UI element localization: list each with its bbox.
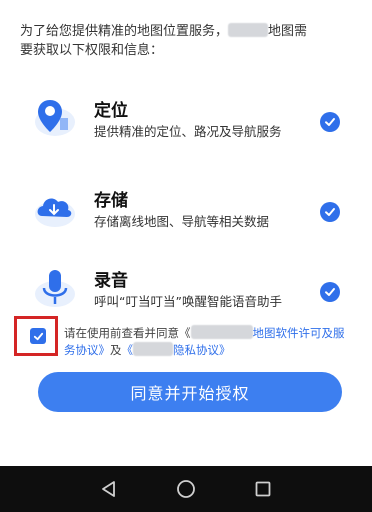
permission-desc-audio: 呼叫“叮当叮当”唤醒智能语音助手 xyxy=(94,294,282,309)
intro-line2: 要获取以下权限和信息： xyxy=(20,43,164,58)
redacted-app-name xyxy=(190,325,253,339)
home-circle-icon[interactable] xyxy=(172,475,200,503)
permission-desc-storage: 存储离线地图、导航等相关数据 xyxy=(94,214,270,229)
agreement-row: 请在使用前查看并同意《 地图软件许可及服务协议》及《 隐私协议》 xyxy=(14,316,354,360)
recents-square-icon[interactable] xyxy=(249,475,277,503)
location-pin-icon xyxy=(34,96,76,140)
intro-text: 为了给您提供精准的地图位置服务， 地图需 要获取以下权限和信息： xyxy=(20,22,360,60)
privacy-policy-link[interactable]: 隐私协议》 xyxy=(173,343,231,357)
check-icon[interactable] xyxy=(320,202,340,222)
agreement-and: 及 xyxy=(110,343,122,357)
check-icon[interactable] xyxy=(320,282,340,302)
cloud-download-icon xyxy=(34,186,76,230)
permission-storage: 存储 存储离线地图、导航等相关数据 xyxy=(0,186,372,256)
system-nav-bar xyxy=(0,466,372,512)
redacted-app-name xyxy=(133,342,173,356)
redacted-app-name xyxy=(228,23,269,37)
permission-location: 定位 提供精准的定位、路况及导航服务 xyxy=(0,96,372,166)
permission-desc-location: 提供精准的定位、路况及导航服务 xyxy=(94,124,282,139)
permission-title-audio: 录音 xyxy=(94,271,128,291)
permission-title-storage: 存储 xyxy=(94,191,128,211)
permission-title-location: 定位 xyxy=(94,101,128,121)
microphone-icon xyxy=(34,266,76,310)
agreement-prefix: 请在使用前查看并同意《 xyxy=(64,326,191,340)
privacy-link-prefix[interactable]: 《 xyxy=(122,343,134,357)
intro-line1-suffix: 地图需 xyxy=(268,24,308,39)
check-icon[interactable] xyxy=(320,112,340,132)
agree-and-authorize-button[interactable]: 同意并开始授权 xyxy=(38,372,342,412)
agreement-checkbox[interactable] xyxy=(30,328,46,344)
agreement-text: 请在使用前查看并同意《 地图软件许可及服务协议》及《 隐私协议》 xyxy=(64,325,352,359)
intro-line1-prefix: 为了给您提供精准的地图位置服务， xyxy=(20,24,229,39)
back-triangle-icon[interactable] xyxy=(95,475,123,503)
